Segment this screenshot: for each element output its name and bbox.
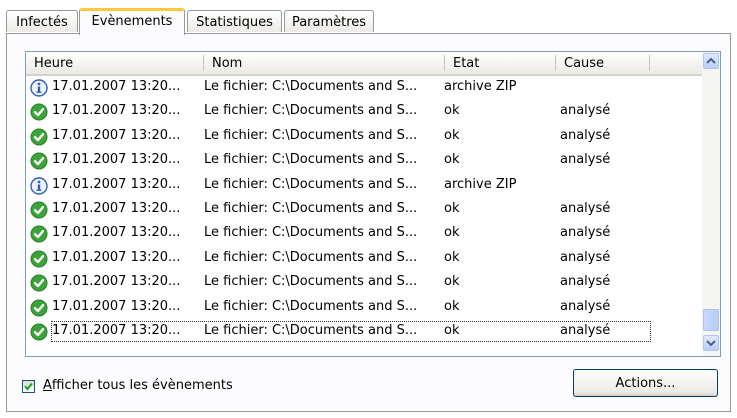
cell-heure: 17.01.2007 13:20... xyxy=(52,298,181,314)
tab-statistiques[interactable]: Statistiques xyxy=(187,10,282,32)
tab-evenements[interactable]: Evènements xyxy=(79,8,185,35)
check-circle-icon xyxy=(30,128,48,146)
cell-heure: 17.01.2007 13:20... xyxy=(52,127,181,143)
cell-heure: 17.01.2007 13:20... xyxy=(52,79,181,94)
cell-nom: Le fichier: C:\Documents and S... xyxy=(204,249,418,265)
checkmark-icon xyxy=(24,382,33,391)
tab-parametres[interactable]: Paramètres xyxy=(284,10,374,32)
table-row[interactable]: 17.01.2007 13:20... Le fichier: C:\Docume… xyxy=(26,247,702,271)
scroll-thumb[interactable] xyxy=(703,309,719,331)
cell-cause: analysé xyxy=(560,127,611,143)
check-circle-icon xyxy=(30,323,48,341)
cell-nom: Le fichier: C:\Documents and S... xyxy=(204,225,418,241)
table-row[interactable]: 17.01.2007 13:20... Le fichier: C:\Docume… xyxy=(26,76,702,100)
column-header-nom[interactable]: Nom xyxy=(204,52,445,74)
table-row[interactable]: 17.01.2007 13:20... Le fichier: C:\Docume… xyxy=(26,271,702,295)
cell-cause: analysé xyxy=(560,152,611,168)
table-row[interactable]: 17.01.2007 13:20... Le fichier: C:\Docume… xyxy=(26,320,702,344)
table-row[interactable]: 17.01.2007 13:20... Le fichier: C:\Docume… xyxy=(26,100,702,124)
cell-nom: Le fichier: C:\Documents and S... xyxy=(204,152,418,168)
cell-heure: 17.01.2007 13:20... xyxy=(52,200,181,216)
cell-etat: archive ZIP xyxy=(444,176,517,192)
chevron-down-icon xyxy=(706,340,716,347)
check-circle-icon xyxy=(30,250,48,268)
info-icon xyxy=(30,79,48,97)
cell-nom: Le fichier: C:\Documents and S... xyxy=(204,79,418,94)
show-all-events-label[interactable]: Afficher tous les évènements xyxy=(43,378,233,393)
info-icon xyxy=(30,176,48,195)
scroll-down-button[interactable] xyxy=(703,335,719,351)
column-header-heure[interactable]: Heure xyxy=(26,52,204,74)
scroll-up-button[interactable] xyxy=(703,53,719,69)
cell-etat: ok xyxy=(444,152,460,168)
cell-etat: archive ZIP xyxy=(444,79,517,94)
check-circle-icon xyxy=(30,201,48,219)
cell-nom: Le fichier: C:\Documents and S... xyxy=(204,127,418,143)
cell-nom: Le fichier: C:\Documents and S... xyxy=(204,322,418,338)
cell-heure: 17.01.2007 13:20... xyxy=(52,249,181,265)
cell-etat: ok xyxy=(444,103,460,119)
show-all-events-checkbox[interactable] xyxy=(22,380,35,393)
events-list[interactable]: Heure Nom Etat Cause 17.01.2007 13:20...… xyxy=(25,51,721,357)
actions-button[interactable]: Actions... xyxy=(573,369,718,397)
cell-cause: analysé xyxy=(560,274,611,290)
cell-etat: ok xyxy=(444,274,460,290)
column-header-cause[interactable]: Cause xyxy=(556,52,650,74)
cell-heure: 17.01.2007 13:20... xyxy=(52,225,181,241)
cell-etat: ok xyxy=(444,225,460,241)
list-header: Heure Nom Etat Cause xyxy=(26,52,702,76)
cell-nom: Le fichier: C:\Documents and S... xyxy=(204,200,418,216)
cell-etat: ok xyxy=(444,127,460,143)
cell-cause: analysé xyxy=(560,322,611,338)
cell-etat: ok xyxy=(444,200,460,216)
cell-cause: analysé xyxy=(560,103,611,119)
cell-etat: ok xyxy=(444,249,460,265)
table-row[interactable]: 17.01.2007 13:20... Le fichier: C:\Docume… xyxy=(26,174,702,198)
vertical-scrollbar[interactable] xyxy=(702,52,720,356)
cell-nom: Le fichier: C:\Documents and S... xyxy=(204,176,418,192)
tab-infectes[interactable]: Infectés xyxy=(6,10,78,32)
table-row[interactable]: 17.01.2007 13:20... Le fichier: C:\Docume… xyxy=(26,198,702,222)
table-row[interactable]: 17.01.2007 13:20... Le fichier: C:\Docume… xyxy=(26,125,702,149)
check-circle-icon xyxy=(30,103,48,121)
cell-etat: ok xyxy=(444,322,460,338)
table-row[interactable]: 17.01.2007 13:20... Le fichier: C:\Docume… xyxy=(26,296,702,320)
cell-nom: Le fichier: C:\Documents and S... xyxy=(204,298,418,314)
cell-heure: 17.01.2007 13:20... xyxy=(52,274,181,290)
cell-nom: Le fichier: C:\Documents and S... xyxy=(204,274,418,290)
chevron-up-icon xyxy=(706,57,716,64)
check-circle-icon xyxy=(30,299,48,317)
column-header-etat[interactable]: Etat xyxy=(445,52,556,74)
cell-cause: analysé xyxy=(560,225,611,241)
check-circle-icon xyxy=(30,274,48,292)
list-rows: 17.01.2007 13:20... Le fichier: C:\Docume… xyxy=(26,76,702,344)
cell-heure: 17.01.2007 13:20... xyxy=(52,152,181,168)
cell-heure: 17.01.2007 13:20... xyxy=(52,322,181,338)
cell-cause: analysé xyxy=(560,249,611,265)
cell-etat: ok xyxy=(444,298,460,314)
cell-heure: 17.01.2007 13:20... xyxy=(52,176,181,192)
check-circle-icon xyxy=(30,225,48,243)
cell-nom: Le fichier: C:\Documents and S... xyxy=(204,103,418,119)
cell-cause: analysé xyxy=(560,200,611,216)
cell-heure: 17.01.2007 13:20... xyxy=(52,103,181,119)
table-row[interactable]: 17.01.2007 13:20... Le fichier: C:\Docume… xyxy=(26,149,702,173)
check-circle-icon xyxy=(30,152,48,170)
table-row[interactable]: 17.01.2007 13:20... Le fichier: C:\Docume… xyxy=(26,222,702,246)
cell-cause: analysé xyxy=(560,298,611,314)
